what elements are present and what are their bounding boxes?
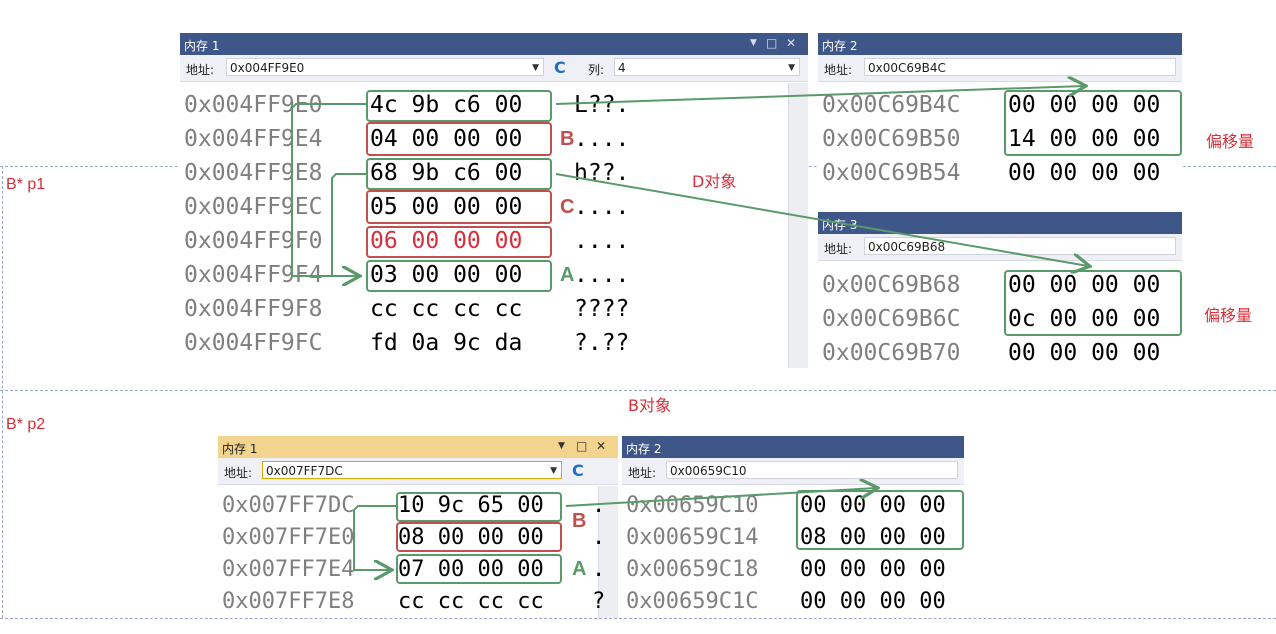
arrow-vptr-b-bottom: [565, 488, 876, 507]
arrow-offset-b: [291, 103, 366, 276]
arrow-offset-c: [331, 173, 366, 276]
arrow-vptr-b: [555, 86, 1084, 105]
annotation-arrows: [291, 0, 1276, 634]
arrow-vptr-c: [555, 173, 1088, 266]
arrow-offset-bottom: [353, 505, 396, 570]
